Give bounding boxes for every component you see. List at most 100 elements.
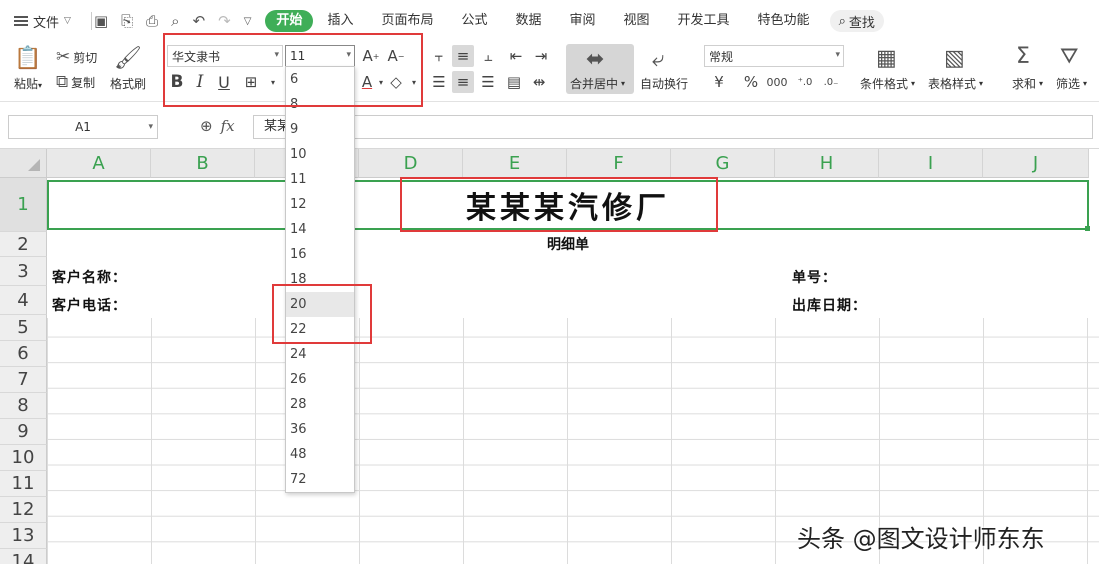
font-size-option[interactable]: 6 [286, 67, 354, 92]
search-button[interactable]: ⌕ 查找 [829, 10, 884, 32]
font-size-option[interactable]: 11 [286, 167, 354, 192]
print-preview-icon[interactable]: ⌕ [171, 12, 179, 30]
italic-icon[interactable]: I [189, 71, 211, 93]
formula-input[interactable]: 某某 [253, 115, 1093, 139]
tab-data[interactable]: 数据 [501, 10, 555, 32]
column-header[interactable]: D [359, 149, 463, 178]
column-header[interactable]: I [879, 149, 983, 178]
bold-icon[interactable]: B [166, 71, 188, 93]
subtitle-cell[interactable]: 明细单 [47, 233, 1089, 258]
row-header[interactable]: 2 [0, 232, 47, 257]
title-cell[interactable]: 某某某汽修厂 [47, 180, 1089, 230]
tab-home[interactable]: 开始 [265, 10, 314, 32]
font-size-option[interactable]: 26 [286, 367, 354, 392]
conditional-format-button[interactable]: 条件格式 ▾ [860, 75, 915, 92]
filter-button[interactable]: 筛选 ▾ [1056, 75, 1087, 92]
chevron-down-icon[interactable]: ▾ [403, 71, 425, 93]
font-size-option[interactable]: 20 [286, 292, 354, 317]
column-header[interactable]: A [47, 149, 151, 178]
fx-icon[interactable]: fx [221, 117, 235, 135]
row-header[interactable]: 7 [0, 367, 47, 393]
decrease-font-icon[interactable]: A − [385, 45, 407, 67]
format-painter-button[interactable]: 🖌 格式刷 [110, 46, 146, 92]
underline-icon[interactable]: U [213, 71, 235, 93]
column-header[interactable]: H [775, 149, 879, 178]
font-size-option[interactable]: 22 [286, 317, 354, 342]
font-size-option[interactable]: 9 [286, 117, 354, 142]
redo-icon[interactable]: ↷ [218, 12, 231, 30]
align-middle-icon[interactable]: ≡ [452, 45, 474, 67]
fill-handle[interactable] [1085, 226, 1090, 231]
column-header[interactable]: F [567, 149, 671, 178]
customize-icon[interactable]: ▽ [244, 16, 252, 27]
tab-developer[interactable]: 开发工具 [664, 10, 744, 32]
copy-button[interactable]: ⧉ 复制 [56, 72, 95, 92]
align-bottom-icon[interactable]: ⫠ [477, 45, 499, 67]
font-size-option[interactable]: 10 [286, 142, 354, 167]
column-header[interactable]: J [983, 149, 1089, 178]
customer-phone-label[interactable]: 客户电话： [52, 295, 127, 315]
wrap-text-button[interactable]: 自动换行 [640, 75, 688, 92]
increase-decimal-icon[interactable]: ⁺.0 [794, 71, 816, 93]
name-box[interactable]: A1 ▾ [8, 115, 158, 139]
row-header[interactable]: 14 [0, 549, 47, 564]
font-size-select[interactable]: 11 ▾ [285, 45, 355, 67]
border-icon[interactable]: ⊞ [240, 71, 262, 93]
order-number-label[interactable]: 单号： [792, 267, 837, 287]
font-name-select[interactable]: 华文隶书 ▾ [167, 45, 283, 67]
justify-icon[interactable]: ▤ [503, 71, 525, 93]
select-all-button[interactable] [0, 149, 47, 178]
export-icon[interactable]: ⎘ [121, 12, 133, 30]
row-header[interactable]: 6 [0, 341, 47, 367]
font-size-option[interactable]: 16 [286, 242, 354, 267]
distributed-icon[interactable]: ⇹ [528, 71, 550, 93]
outbound-date-label[interactable]: 出库日期： [792, 295, 867, 315]
decrease-indent-icon[interactable]: ⇤ [505, 45, 527, 67]
font-size-option[interactable]: 72 [286, 467, 354, 492]
font-size-option[interactable]: 18 [286, 267, 354, 292]
table-style-button[interactable]: 表格样式 ▾ [928, 75, 983, 92]
tab-view[interactable]: 视图 [610, 10, 664, 32]
font-size-option[interactable]: 12 [286, 192, 354, 217]
sum-button[interactable]: 求和 ▾ [1012, 75, 1043, 92]
zoom-icon[interactable]: ⊕ [200, 117, 213, 135]
decrease-decimal-icon[interactable]: .0₋ [820, 71, 842, 93]
font-size-option[interactable]: 14 [286, 217, 354, 242]
tab-formulas[interactable]: 公式 [447, 10, 501, 32]
thousands-icon[interactable]: 000 [766, 71, 788, 93]
align-left-icon[interactable]: ☰ [428, 71, 450, 93]
chevron-down-icon[interactable]: ▾ [262, 71, 284, 93]
row-header[interactable]: 3 [0, 257, 47, 286]
cut-button[interactable]: ✂ 剪切 [56, 47, 97, 67]
row-header[interactable]: 5 [0, 315, 47, 341]
align-top-icon[interactable]: ⫟ [428, 45, 450, 67]
percent-icon[interactable]: % [740, 71, 762, 93]
increase-indent-icon[interactable]: ⇥ [530, 45, 552, 67]
font-size-option[interactable]: 24 [286, 342, 354, 367]
row-header[interactable]: 12 [0, 497, 47, 523]
row-header[interactable]: 10 [0, 445, 47, 471]
row-header[interactable]: 4 [0, 286, 47, 315]
currency-icon[interactable]: ¥ [708, 71, 730, 93]
row-header[interactable]: 13 [0, 523, 47, 549]
row-header[interactable]: 1 [0, 178, 47, 232]
font-size-option[interactable]: 8 [286, 92, 354, 117]
row-header[interactable]: 11 [0, 471, 47, 497]
paste-button[interactable]: 📋 粘贴▾ [14, 46, 42, 92]
tab-page-layout[interactable]: 页面布局 [367, 10, 447, 32]
file-menu[interactable]: 文件 ▽ [14, 12, 71, 31]
increase-font-icon[interactable]: A + [360, 45, 382, 67]
tab-review[interactable]: 审阅 [556, 10, 610, 32]
number-format-select[interactable]: 常规 ▾ [704, 45, 844, 67]
column-header[interactable]: B [151, 149, 255, 178]
align-center-icon[interactable]: ≡ [452, 71, 474, 93]
tab-special-features[interactable]: 特色功能 [744, 10, 824, 32]
customer-name-label[interactable]: 客户名称： [52, 267, 127, 287]
undo-icon[interactable]: ↶ [193, 12, 206, 30]
column-header[interactable]: E [463, 149, 567, 178]
print-icon[interactable]: ⎙ [146, 12, 158, 30]
font-size-option[interactable]: 36 [286, 417, 354, 442]
column-header[interactable]: G [671, 149, 775, 178]
row-header[interactable]: 9 [0, 419, 47, 445]
save-icon[interactable]: ▣ [94, 12, 108, 30]
